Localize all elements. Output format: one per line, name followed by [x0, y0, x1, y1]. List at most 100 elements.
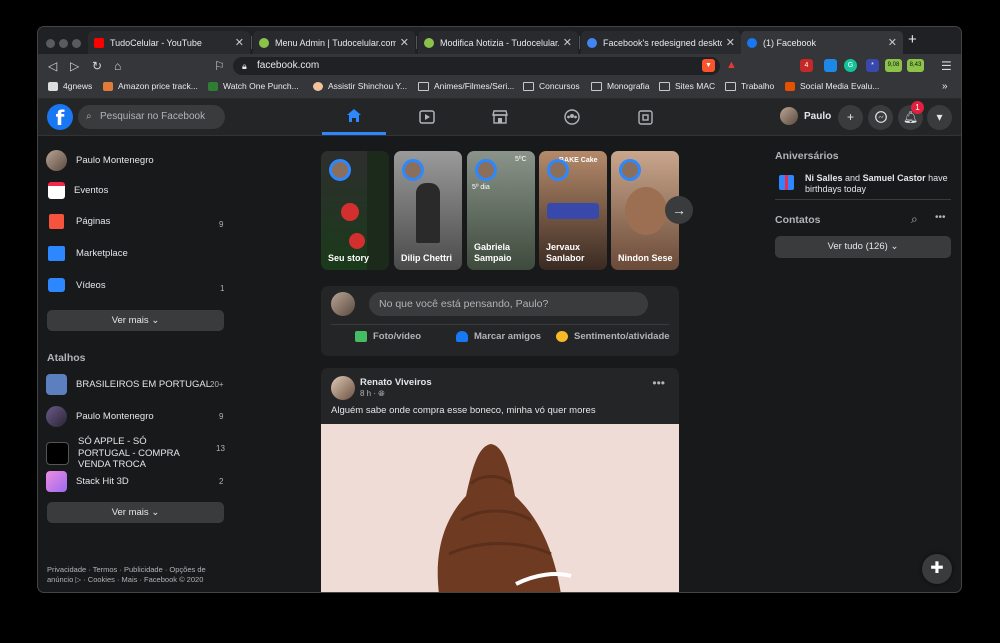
tab-youtube[interactable]: TudoCelular - YouTube ✕ — [88, 31, 250, 54]
bookmark-one-punch[interactable]: Watch One Punch... — [208, 81, 299, 91]
price-extension-icon[interactable]: 9,08 — [885, 59, 902, 72]
new-message-button[interactable]: ✚ — [922, 554, 952, 584]
address-bar[interactable]: 🔒︎ facebook.com ⌕ — [233, 57, 720, 75]
site-icon — [208, 81, 218, 91]
close-tab-icon[interactable]: ✕ — [888, 36, 897, 49]
sidebar-item-pages[interactable]: Páginas — [46, 214, 110, 229]
nav-groups[interactable] — [540, 99, 604, 135]
see-more-button[interactable]: Ver mais ⌄ — [47, 310, 224, 331]
contacts-options-icon[interactable]: ••• — [935, 212, 946, 223]
extension-icon[interactable]: * — [866, 59, 879, 72]
shortcut-brasileiros[interactable]: BRASILEIROS EM PORTUGAL — [46, 374, 211, 395]
create-button[interactable]: + — [838, 105, 863, 130]
menu-icon[interactable]: ☰ — [941, 59, 952, 73]
tab-facebook-redesign[interactable]: Facebook's redesigned desktop we ✕ — [581, 31, 741, 54]
story-card[interactable]: BAKE Cake Jervaux Sanlabor — [539, 151, 607, 270]
see-more-label: Ver mais — [111, 507, 149, 518]
see-all-contacts-button[interactable]: Ver tudo (126) ⌄ — [775, 236, 951, 258]
nav-gaming[interactable] — [613, 99, 677, 135]
grammarly-icon[interactable]: G — [844, 59, 857, 72]
close-tab-icon[interactable]: ✕ — [400, 36, 409, 49]
close-tab-icon[interactable]: ✕ — [235, 36, 244, 49]
post-image[interactable] — [321, 424, 679, 592]
tab-modifica-notizia[interactable]: Modifica Notizia - Tudocelular.com ✕ — [418, 31, 578, 54]
article-icon — [587, 37, 597, 48]
story-card[interactable]: Seu story — [321, 151, 389, 270]
bookmark-folder-monografia[interactable]: Monografia — [591, 81, 650, 91]
sidebar-item-profile[interactable]: Paulo Montenegro — [46, 150, 154, 171]
stories-next-button[interactable]: → — [665, 196, 693, 224]
photo-video-button[interactable]: Foto/vídeo — [355, 331, 421, 342]
extension-icon[interactable]: 4 — [800, 59, 813, 72]
story-card[interactable]: Dilip Chettri — [394, 151, 462, 270]
post-time-text: 8 h · — [360, 389, 379, 398]
brave-rewards-icon[interactable]: ▲ — [725, 59, 738, 72]
videos-count: 1 — [220, 284, 225, 293]
brave-shields-icon[interactable]: ▼ — [702, 59, 715, 72]
see-more-shortcuts-button[interactable]: Ver mais ⌄ — [47, 502, 224, 523]
avatar — [402, 159, 424, 181]
search-contacts-icon[interactable]: ⌕ — [911, 212, 918, 227]
post-options-icon[interactable]: ••• — [652, 376, 665, 390]
search-input[interactable]: ⌕ Pesquisar no Facebook — [78, 105, 225, 129]
price-extension-icon[interactable]: 8,43 — [907, 59, 924, 72]
home-browser-icon[interactable]: ⌂ — [114, 59, 121, 73]
avatar — [331, 292, 355, 316]
nav-watch[interactable] — [395, 99, 459, 135]
post-time[interactable]: 8 h · 🌐︎ — [360, 389, 385, 399]
minimize-window-button[interactable] — [59, 39, 68, 48]
bookmark-4gnews[interactable]: 4gnews — [48, 81, 92, 91]
close-tab-icon[interactable]: ✕ — [726, 36, 735, 49]
person-silhouette — [416, 183, 440, 243]
watch-icon — [419, 110, 435, 124]
bookmark-social-media[interactable]: Social Media Evalu... — [785, 81, 879, 91]
folder-icon — [523, 81, 534, 91]
close-tab-icon[interactable]: ✕ — [563, 36, 572, 49]
forward-icon[interactable]: ▷ — [70, 59, 79, 73]
bookmark-folder-trabalho[interactable]: Trabalho — [725, 81, 774, 91]
tab-menu-admin[interactable]: Menu Admin | Tudocelular.com ✕ — [253, 31, 415, 54]
tab-title: Menu Admin | Tudocelular.com — [275, 37, 396, 48]
avatar[interactable] — [331, 376, 355, 400]
tudocelular-icon — [424, 37, 434, 48]
account-menu-button[interactable]: ▾ — [927, 105, 952, 130]
bookmark-folder-concursos[interactable]: Concursos — [523, 81, 580, 91]
back-icon[interactable]: ◁ — [48, 59, 57, 73]
nav-home[interactable] — [322, 99, 386, 135]
bookmarks-overflow-icon[interactable]: » — [942, 81, 948, 92]
sidebar-item-label: Marketplace — [76, 248, 128, 259]
messenger-button[interactable] — [868, 105, 893, 130]
zoom-window-button[interactable] — [72, 39, 81, 48]
bookmark-label: Trabalho — [741, 81, 775, 91]
bookmark-folder-sites-mac[interactable]: Sites MAC — [659, 81, 715, 91]
profile-shortcut[interactable]: Paulo — [780, 107, 831, 125]
sidebar-item-marketplace[interactable]: Marketplace — [46, 246, 128, 261]
sidebar-item-events[interactable]: Eventos — [46, 182, 108, 199]
shortcut-stack-hit[interactable]: Stack Hit 3D — [46, 471, 129, 492]
tab-facebook-active[interactable]: (1) Facebook ✕ — [741, 31, 903, 54]
bookmark-page-icon[interactable]: ⚐ — [214, 59, 225, 73]
bookmark-amazon[interactable]: Amazon price track... — [103, 81, 198, 91]
shortcuts-title: Atalhos — [47, 352, 86, 364]
translate-extension-icon[interactable] — [824, 59, 837, 72]
feeling-activity-button[interactable]: Sentimento/atividade — [556, 331, 670, 342]
shortcut-paulo[interactable]: Paulo Montenegro — [46, 406, 154, 427]
tag-friends-button[interactable]: Marcar amigos — [456, 331, 541, 342]
new-tab-icon[interactable]: + — [908, 31, 917, 48]
bookmark-label: Watch One Punch... — [223, 81, 299, 91]
post-text: Alguém sabe onde compra esse boneco, min… — [331, 405, 596, 416]
story-card[interactable]: 5ºC 5º dia Gabriela Sampaio — [467, 151, 535, 270]
bookmark-folder-animes[interactable]: Animes/Filmes/Seri... — [418, 81, 514, 91]
nav-marketplace[interactable] — [468, 99, 532, 135]
close-window-button[interactable] — [46, 39, 55, 48]
birthday-text[interactable]: Ni Salles and Samuel Castor have birthda… — [805, 173, 961, 195]
reload-icon[interactable]: ↻ — [92, 59, 102, 73]
shortcut-so-apple[interactable]: SÓ APPLE - SÓ PORTUGAL - COMPRA VENDA TR… — [46, 436, 196, 471]
composer-input[interactable]: No que você está pensando, Paulo? — [369, 292, 648, 316]
sidebar-item-label: Vídeos — [76, 279, 106, 291]
bookmark-shinchou[interactable]: Assistir Shinchou Y... — [313, 81, 407, 91]
sidebar-item-videos[interactable]: Vídeos — [46, 278, 106, 292]
post-author[interactable]: Renato Viveiros — [360, 377, 432, 388]
footer-links[interactable]: Privacidade · Termos · Publicidade · Opç… — [47, 565, 232, 585]
facebook-logo[interactable]: f — [47, 104, 73, 130]
